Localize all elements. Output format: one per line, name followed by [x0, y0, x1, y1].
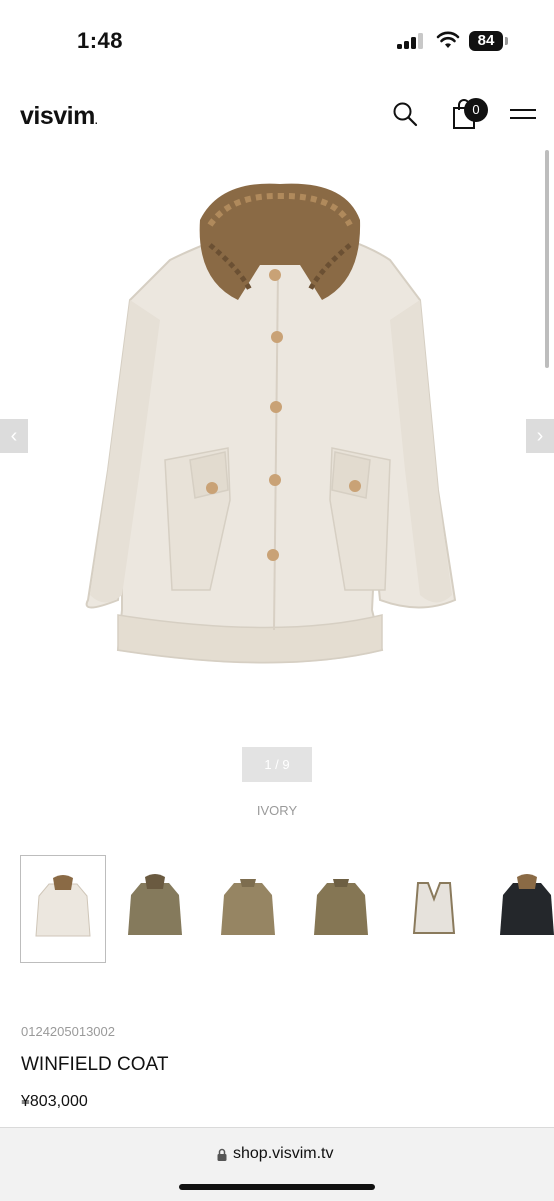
thumbnail-black[interactable] — [485, 855, 554, 961]
thumbnail-image — [35, 875, 91, 937]
browser-address-bar[interactable]: shop.visvim.tv — [0, 1127, 554, 1201]
thumbnail-vest[interactable] — [392, 855, 476, 961]
product-main-image — [85, 183, 457, 664]
thumbnail-olive[interactable] — [113, 855, 197, 961]
thumbnail-khaki[interactable] — [299, 855, 383, 961]
chevron-left-icon: ‹ — [10, 425, 18, 447]
lock-icon — [217, 1148, 227, 1161]
prev-image-button[interactable]: ‹ — [0, 419, 28, 453]
thumbnail-strip — [0, 855, 554, 965]
hamburger-menu-icon[interactable] — [510, 106, 536, 122]
cellular-signal-icon — [397, 33, 425, 49]
product-name: WINFIELD COAT — [21, 1054, 169, 1075]
wifi-icon — [436, 31, 460, 48]
thumbnail-image — [128, 874, 182, 935]
url-text: shop.visvim.tv — [233, 1145, 334, 1162]
thumbnail-image — [500, 874, 554, 935]
home-indicator — [179, 1184, 375, 1190]
thumbnail-image — [412, 882, 456, 934]
logo-text: visvim — [20, 102, 95, 130]
product-price: ¥803,000 — [21, 1093, 88, 1110]
thumbnail-khaki-quilted[interactable] — [206, 855, 290, 961]
thumbnail-ivory[interactable] — [20, 855, 106, 963]
image-counter: 1 / 9 — [242, 747, 312, 782]
scrollbar-thumb[interactable] — [545, 150, 549, 368]
product-sku: 0124205013002 — [21, 1024, 115, 1039]
logo-mark: . — [94, 116, 98, 127]
color-name-label: IVORY — [256, 803, 298, 818]
cart-count-badge: 0 — [464, 98, 488, 122]
status-bar: 1:48 84 — [0, 0, 554, 80]
battery-tip — [505, 37, 508, 45]
brand-logo[interactable]: visvim. — [20, 102, 98, 131]
chevron-right-icon: › — [536, 425, 544, 447]
battery-level: 84 — [469, 31, 503, 51]
next-image-button[interactable]: › — [526, 419, 554, 453]
thumbnail-image — [221, 879, 275, 935]
thumbnail-image — [314, 879, 368, 935]
search-icon[interactable] — [392, 101, 418, 127]
status-time: 1:48 — [77, 28, 124, 53]
